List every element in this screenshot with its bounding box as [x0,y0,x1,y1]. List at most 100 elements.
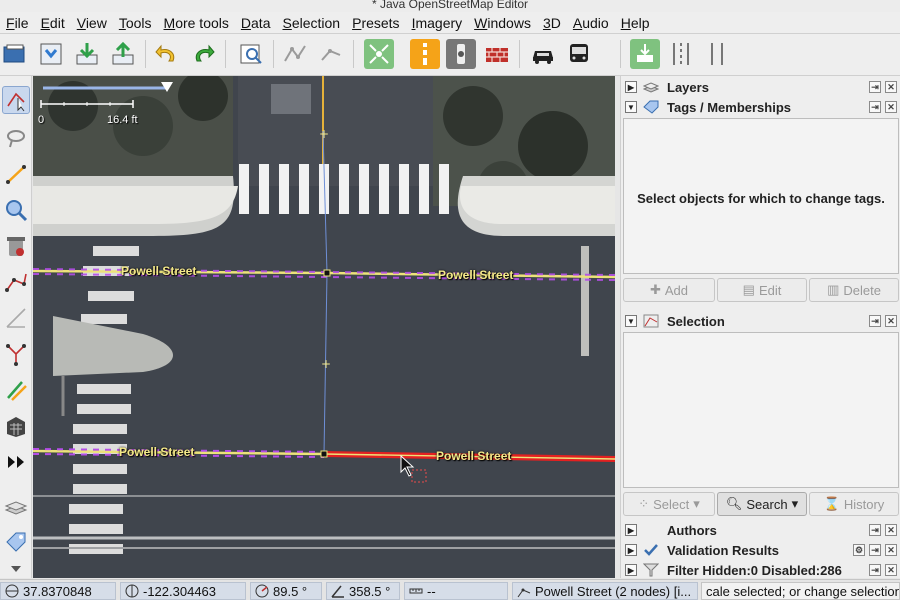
expand-icon[interactable]: ▶ [625,564,637,576]
layers-panel-header[interactable]: ▶ Layers ⇥ ✕ [621,77,900,97]
menu-view[interactable]: View [71,12,113,34]
draw-building-icon[interactable] [2,376,30,404]
dock-icon[interactable]: ⇥ [869,564,881,576]
edit-tag-button[interactable]: ▤ Edit [717,278,807,302]
heading-display: 89.5 ° [250,582,322,600]
expand-icon[interactable]: ▶ [625,81,637,93]
delete-mode-icon[interactable] [2,232,30,260]
menu-tools[interactable]: Tools [113,12,158,34]
selection-panel-header[interactable]: ▼ Selection ⇥ ✕ [621,311,900,331]
distance-value: -- [427,583,436,599]
status-bar: 37.8370848 -122.304463 89.5 ° 358.5 ° --… [0,579,900,600]
plus-icon: ✚ [649,282,661,297]
parallel-way-icon[interactable] [2,268,30,296]
menu-presets[interactable]: Presets [346,12,405,34]
validation-panel-header[interactable]: ▶ Validation Results ⚙ ⇥ ✕ [621,540,900,560]
open-file-icon[interactable] [0,39,30,69]
menu-edit[interactable]: Edit [35,12,71,34]
menu-3d[interactable]: 3D [537,12,567,34]
angle-icon [331,585,344,598]
menu-selection[interactable]: Selection [276,12,346,34]
lanes2-icon[interactable] [702,39,732,69]
zoom-mode-icon[interactable] [2,196,30,224]
redo-icon[interactable] [188,39,218,69]
menu-windows[interactable]: Windows [468,12,537,34]
delete-tag-button[interactable]: ▥ Delete [809,278,899,302]
filter-panel-header[interactable]: ▶ Filter Hidden:0 Disabled:286 ⇥ ✕ [621,560,900,580]
close-icon[interactable]: ✕ [885,564,897,576]
close-icon[interactable]: ✕ [885,101,897,113]
bus-icon[interactable] [564,39,594,69]
longitude-display: -122.304463 [120,582,246,600]
save-icon[interactable] [36,39,66,69]
menu-data[interactable]: Data [235,12,277,34]
menu-help[interactable]: Help [615,12,656,34]
zoom-selection-icon[interactable] [364,39,394,69]
close-icon[interactable]: ✕ [885,81,897,93]
history-button[interactable]: ⌛ History [809,492,899,516]
lasso-mode-icon[interactable] [2,124,30,152]
railway-crossing-icon[interactable] [446,39,476,69]
menu-imagery[interactable]: Imagery [406,12,469,34]
download-layer-icon[interactable] [630,39,660,69]
improve-way-icon[interactable] [2,304,30,332]
settings-icon[interactable]: ⚙ [853,544,865,556]
scroll-down-icon[interactable] [2,564,30,576]
tags-panel-header[interactable]: ▼ Tags / Memberships ⇥ ✕ [621,97,900,117]
collapse-icon[interactable]: ▼ [625,101,637,113]
upload-icon[interactable] [108,39,138,69]
draw-mode-icon[interactable] [2,160,30,188]
split-way-icon[interactable] [2,340,30,368]
close-icon[interactable]: ✕ [885,544,897,556]
wireframe-icon[interactable] [280,39,310,69]
building-block-icon[interactable] [2,412,30,440]
car-icon[interactable] [528,39,558,69]
select-button[interactable]: ⁘ Select ▾ [623,492,715,516]
toggle-layers-icon[interactable] [2,494,30,522]
svg-text:+: + [321,357,331,371]
layers-title: Layers [667,79,709,95]
search-icon: 🔍︎ [725,496,743,511]
search-button[interactable]: 🔍︎ Search ▾ [717,492,807,516]
tag-icon [643,100,659,114]
dock-icon[interactable]: ⇥ [869,101,881,113]
collapse-icon[interactable]: ▼ [625,315,637,327]
authors-panel-header[interactable]: ▶ Authors ⇥ ✕ [621,520,900,540]
dropdown-arrow-icon: ▾ [791,496,799,511]
dock-icon[interactable]: ⇥ [869,524,881,536]
scale-start-label: 0 [38,114,45,126]
compass-icon [255,584,269,598]
select-mode-icon[interactable] [2,86,30,114]
dock-icon[interactable]: ⇥ [869,544,881,556]
menu-audio[interactable]: Audio [567,12,615,34]
menu-more-tools[interactable]: More tools [158,12,235,34]
barrier-icon[interactable] [482,39,512,69]
dock-icon[interactable]: ⇥ [869,81,881,93]
street-label-lower-left: Powell Street [119,445,195,459]
history-icon: ⌛ [823,496,840,511]
toggle-tags-icon[interactable] [2,528,30,556]
traffic-light-icon[interactable] [410,39,440,69]
authors-icon [643,523,659,537]
side-panels: ▶ Layers ⇥ ✕ ▼ Tags / Memberships ⇥ ✕ Se… [620,76,900,578]
wireframe2-icon[interactable] [316,39,346,69]
menu-file[interactable]: File [0,12,35,34]
preferences-icon[interactable] [236,39,266,69]
lanes-icon[interactable] [666,39,696,69]
selection-info-display[interactable]: Powell Street (2 nodes) [i... [512,582,698,600]
map-view[interactable]: + + 0 16.4 ft Powell Street Powell Stree… [33,76,615,578]
download-icon[interactable] [72,39,102,69]
undo-icon[interactable] [152,39,182,69]
dock-icon[interactable]: ⇥ [869,315,881,327]
window-title-bar: * Java OpenStreetMap Editor [0,0,900,12]
close-icon[interactable]: ✕ [885,524,897,536]
close-icon[interactable]: ✕ [885,315,897,327]
expand-icon[interactable]: ▶ [625,524,637,536]
more-modes-icon[interactable] [2,448,30,476]
selection-list[interactable] [623,332,899,488]
latitude-value: 37.8370848 [23,583,92,599]
expand-icon[interactable]: ▶ [625,544,637,556]
add-tag-button[interactable]: ✚ Add [623,278,715,302]
filter-title: Filter Hidden:0 Disabled:286 [667,562,842,578]
longitude-value: -122.304463 [143,583,217,599]
